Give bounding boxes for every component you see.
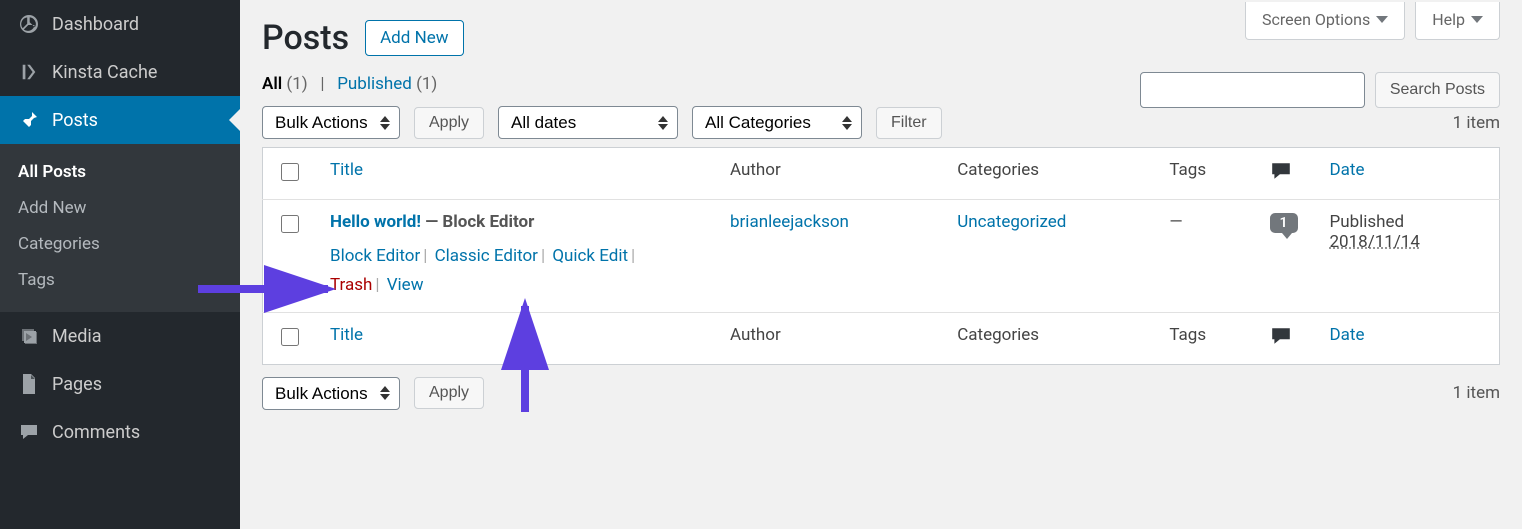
comment-icon xyxy=(1270,332,1292,352)
bulk-actions-select-bottom[interactable]: Bulk Actions xyxy=(262,377,400,410)
select-all-checkbox[interactable] xyxy=(281,163,299,181)
column-date-bottom[interactable]: Date xyxy=(1316,312,1500,364)
column-comments-bottom xyxy=(1256,312,1316,364)
filter-published-count: (1) xyxy=(416,74,437,94)
comments-icon xyxy=(18,421,40,443)
sidebar-item-label: Dashboard xyxy=(52,14,139,35)
screen-meta-links: Screen Options Help xyxy=(1245,2,1500,40)
item-count-top: 1 item xyxy=(1453,113,1500,133)
action-view[interactable]: View xyxy=(387,275,424,295)
submenu-item-all-posts[interactable]: All Posts xyxy=(0,154,240,190)
submenu-item-add-new[interactable]: Add New xyxy=(0,190,240,226)
posts-table: Title Author Categories Tags Date Hello … xyxy=(262,147,1500,365)
kinsta-icon xyxy=(18,61,40,83)
main-content: Screen Options Help Posts Add New All (1… xyxy=(240,0,1522,410)
category-filter-select[interactable]: All Categories xyxy=(692,106,862,139)
add-new-button[interactable]: Add New xyxy=(365,20,463,56)
sidebar-item-posts[interactable]: Posts xyxy=(0,96,240,144)
column-title-bottom[interactable]: Title xyxy=(316,312,716,364)
sidebar-item-comments[interactable]: Comments xyxy=(0,408,240,456)
post-category-link[interactable]: Uncategorized xyxy=(957,212,1066,232)
pin-icon xyxy=(18,109,40,131)
column-date[interactable]: Date xyxy=(1316,148,1500,200)
sidebar-item-dashboard[interactable]: Dashboard xyxy=(0,0,240,48)
apply-button[interactable]: Apply xyxy=(414,107,484,139)
pages-icon xyxy=(18,373,40,395)
column-tags-bottom: Tags xyxy=(1155,312,1255,364)
filter-all-label: All xyxy=(262,74,282,94)
sidebar-item-kinsta-cache[interactable]: Kinsta Cache xyxy=(0,48,240,96)
tablenav-top: Bulk Actions Apply All dates All Categor… xyxy=(262,106,1500,139)
post-date-status: Published xyxy=(1330,212,1405,232)
media-icon xyxy=(18,325,40,347)
sidebar-item-label: Media xyxy=(52,326,102,347)
sidebar-item-label: Kinsta Cache xyxy=(52,62,157,83)
submenu-item-tags[interactable]: Tags xyxy=(0,262,240,298)
sidebar-item-label: Posts xyxy=(52,110,98,131)
post-tags: — xyxy=(1155,200,1255,313)
action-classic-editor[interactable]: Classic Editor xyxy=(435,246,538,266)
filter-all-count: (1) xyxy=(286,74,307,94)
screen-options-label: Screen Options xyxy=(1262,10,1370,29)
post-title-link[interactable]: Hello world! xyxy=(330,212,421,232)
admin-sidebar: Dashboard Kinsta Cache Posts All Posts A… xyxy=(0,0,240,529)
column-categories: Categories xyxy=(943,148,1155,200)
page-title: Posts xyxy=(262,18,349,58)
posts-submenu: All Posts Add New Categories Tags xyxy=(0,144,240,312)
sidebar-item-media[interactable]: Media xyxy=(0,312,240,360)
action-block-editor[interactable]: Block Editor xyxy=(330,246,420,266)
item-count-bottom: 1 item xyxy=(1453,383,1500,403)
select-all-checkbox-bottom[interactable] xyxy=(281,328,299,346)
filter-published-label: Published xyxy=(337,74,412,94)
help-toggle[interactable]: Help xyxy=(1415,2,1500,40)
row-checkbox[interactable] xyxy=(281,215,299,233)
action-quick-edit[interactable]: Quick Edit xyxy=(552,246,628,266)
search-box: Search Posts xyxy=(1140,72,1500,108)
tablenav-bottom: Bulk Actions Apply 1 item xyxy=(262,377,1500,410)
comment-icon xyxy=(1270,167,1292,187)
filter-all[interactable]: All xyxy=(262,74,286,94)
column-author-bottom: Author xyxy=(716,312,943,364)
sidebar-item-label: Comments xyxy=(52,422,140,443)
submenu-item-categories[interactable]: Categories xyxy=(0,226,240,262)
search-button[interactable]: Search Posts xyxy=(1375,72,1500,108)
post-date: 2018/11/14 xyxy=(1330,232,1420,252)
bulk-actions-select[interactable]: Bulk Actions xyxy=(262,106,400,139)
date-filter-select[interactable]: All dates xyxy=(498,106,678,139)
column-title[interactable]: Title xyxy=(316,148,716,200)
post-state: — Block Editor xyxy=(421,212,534,232)
comment-count-bubble[interactable]: 1 xyxy=(1270,213,1298,233)
sidebar-item-pages[interactable]: Pages xyxy=(0,360,240,408)
filter-published[interactable]: Published xyxy=(337,74,416,94)
search-input[interactable] xyxy=(1140,72,1365,108)
help-label: Help xyxy=(1432,10,1465,29)
filter-button[interactable]: Filter xyxy=(876,107,942,139)
screen-options-toggle[interactable]: Screen Options xyxy=(1245,2,1405,40)
table-row: Hello world! — Block Editor Block Editor… xyxy=(263,200,1500,313)
row-actions: Block Editor| Classic Editor| Quick Edit… xyxy=(330,242,702,300)
filter-separator: | xyxy=(320,74,324,94)
dashboard-icon xyxy=(18,13,40,35)
column-author: Author xyxy=(716,148,943,200)
sidebar-item-label: Pages xyxy=(52,374,102,395)
column-categories-bottom: Categories xyxy=(943,312,1155,364)
column-comments xyxy=(1256,148,1316,200)
chevron-down-icon xyxy=(1376,16,1388,23)
post-author-link[interactable]: brianleejackson xyxy=(730,212,849,232)
column-tags: Tags xyxy=(1155,148,1255,200)
action-trash[interactable]: Trash xyxy=(330,275,372,295)
chevron-down-icon xyxy=(1471,16,1483,23)
apply-button-bottom[interactable]: Apply xyxy=(414,377,484,409)
